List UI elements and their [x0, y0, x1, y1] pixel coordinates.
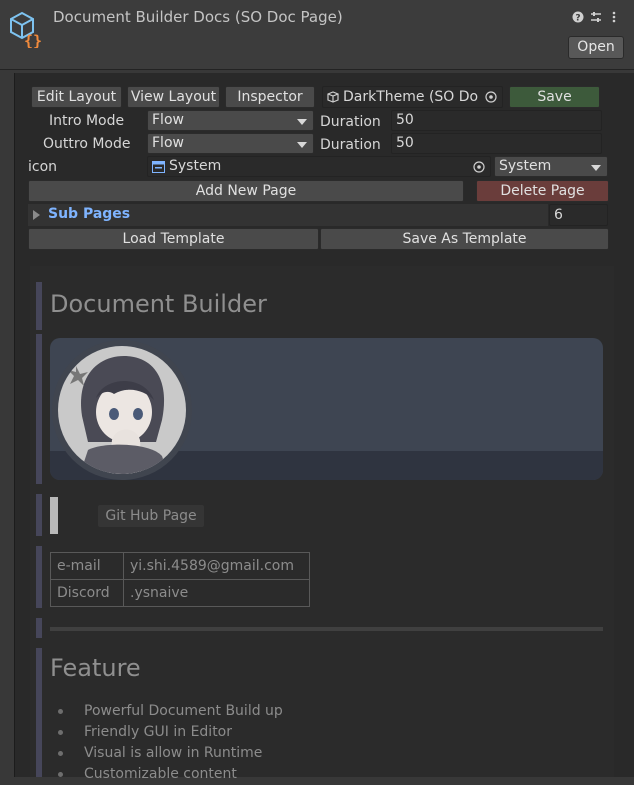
- theme-field-label: DarkTheme (SO Do: [343, 89, 479, 105]
- chevron-down-icon: [297, 119, 307, 125]
- chevron-down-icon: [297, 142, 307, 148]
- intro-mode-label: Intro Mode: [49, 113, 125, 129]
- sub-pages-count-field[interactable]: 6: [549, 204, 608, 226]
- save-button[interactable]: Save: [509, 86, 600, 108]
- section-accent-bar: [36, 334, 42, 484]
- add-new-page-button[interactable]: Add New Page: [28, 180, 464, 202]
- outtro-mode-dropdown[interactable]: Flow: [147, 133, 314, 154]
- table-row: Discord .ysnaive: [50, 579, 310, 607]
- chevron-down-icon: [591, 165, 601, 171]
- list-item: Friendly GUI in Editor: [50, 722, 450, 743]
- intro-duration-field[interactable]: 50: [391, 110, 602, 131]
- contact-key: e-mail: [50, 552, 124, 580]
- section-accent-bar: [36, 618, 42, 638]
- document-title: Document Builder: [50, 290, 267, 318]
- open-button[interactable]: Open: [568, 36, 624, 59]
- window-title: Document Builder Docs (SO Doc Page): [53, 8, 343, 26]
- svg-text:?: ?: [575, 14, 580, 24]
- object-picker-icon[interactable]: [473, 161, 485, 173]
- contact-table: e-mail yi.shi.4589@gmail.com Discord .ys…: [50, 552, 310, 607]
- object-picker-icon[interactable]: [485, 91, 497, 103]
- delete-page-button[interactable]: Delete Page: [476, 180, 609, 202]
- foldout-arrow-icon[interactable]: [33, 210, 40, 220]
- scriptable-object-icon: [327, 91, 339, 103]
- list-item: Customizable content: [50, 764, 450, 785]
- icon-source-value: System: [499, 158, 552, 174]
- svg-text:{}: {}: [24, 32, 42, 48]
- outtro-duration-field[interactable]: 50: [391, 133, 602, 154]
- texture-icon: [152, 161, 165, 173]
- more-vert-icon[interactable]: [608, 11, 620, 23]
- inspector-button[interactable]: Inspector: [225, 86, 315, 108]
- contact-discord[interactable]: .ysnaive: [123, 579, 310, 607]
- icon-label: icon: [28, 159, 58, 175]
- button-marker: [50, 497, 58, 534]
- contact-email[interactable]: yi.shi.4589@gmail.com: [123, 552, 310, 580]
- list-item: Powerful Document Build up: [50, 701, 450, 722]
- contact-key: Discord: [50, 579, 124, 607]
- feature-heading: Feature: [50, 654, 141, 682]
- section-accent-bar: [36, 546, 42, 608]
- icon-source-dropdown[interactable]: System: [494, 156, 608, 177]
- sub-pages-label: Sub Pages: [48, 206, 131, 222]
- section-divider: [50, 627, 603, 631]
- section-accent-bar: [36, 648, 42, 777]
- icon-field-value: System: [169, 158, 222, 174]
- outtro-duration-label: Duration: [320, 137, 381, 153]
- save-as-template-button[interactable]: Save As Template: [320, 228, 609, 250]
- sub-pages-foldout[interactable]: Sub Pages: [28, 204, 548, 226]
- view-layout-button[interactable]: View Layout: [127, 86, 220, 108]
- outtro-mode-value: Flow: [152, 135, 184, 151]
- section-accent-bar: [36, 494, 42, 536]
- icon-object-field[interactable]: System: [147, 156, 491, 177]
- intro-duration-label: Duration: [320, 114, 381, 130]
- feature-list: Powerful Document Build up Friendly GUI …: [50, 701, 450, 785]
- list-item: Visual is allow in Runtime: [50, 743, 450, 764]
- help-icon[interactable]: ?: [572, 11, 584, 23]
- github-page-button[interactable]: Git Hub Page: [98, 505, 204, 527]
- settings-sliders-icon[interactable]: [590, 11, 602, 23]
- edit-layout-button[interactable]: Edit Layout: [31, 86, 122, 108]
- load-template-button[interactable]: Load Template: [28, 228, 319, 250]
- so-doc-asset-icon: {}: [10, 11, 42, 48]
- table-row: e-mail yi.shi.4589@gmail.com: [50, 552, 310, 580]
- theme-object-field[interactable]: DarkTheme (SO Do: [322, 86, 503, 108]
- intro-mode-value: Flow: [152, 112, 184, 128]
- header-icons: ?: [572, 9, 624, 25]
- window-header: {} Document Builder Docs (SO Doc Page) ?…: [0, 0, 634, 70]
- outtro-mode-label: Outtro Mode: [43, 136, 131, 152]
- section-accent-bar: [36, 282, 42, 330]
- avatar: [58, 346, 186, 474]
- intro-mode-dropdown[interactable]: Flow: [147, 110, 314, 131]
